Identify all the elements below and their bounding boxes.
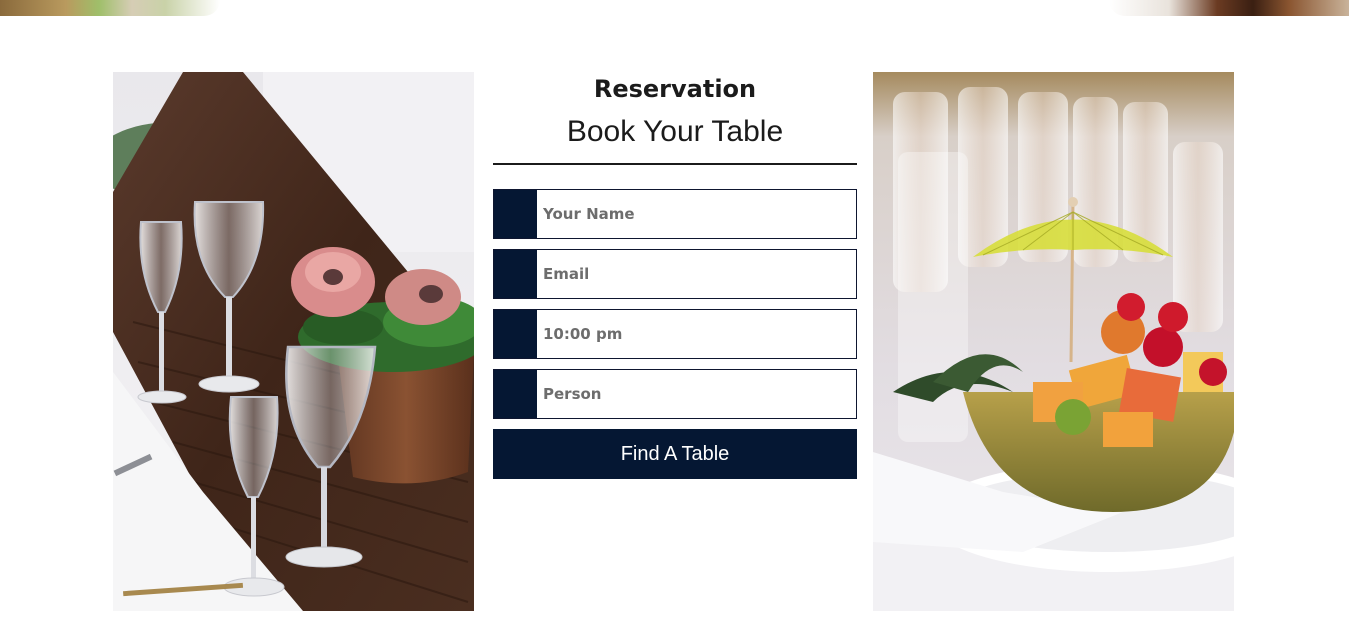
- decor-image-left: [0, 0, 220, 16]
- find-table-button[interactable]: Find A Table: [493, 429, 857, 479]
- previous-section-image-strip: [0, 0, 1349, 16]
- time-input[interactable]: [537, 310, 856, 358]
- reservation-section: Reservation Book Your Table Find A Table: [0, 0, 1349, 625]
- section-kicker: Reservation: [593, 75, 757, 103]
- person-input[interactable]: [537, 370, 856, 418]
- page-title: Book Your Table: [566, 115, 784, 148]
- table-setting-photo: [113, 72, 474, 611]
- clock-icon: [494, 310, 537, 358]
- time-field-group: [493, 309, 857, 359]
- fruit-dessert-illustration: [873, 72, 1234, 611]
- user-icon: [494, 190, 537, 238]
- name-field-group: [493, 189, 857, 239]
- person-field-group: [493, 369, 857, 419]
- reservation-form: Reservation Book Your Table Find A Table: [493, 72, 857, 479]
- title-divider: [493, 163, 857, 165]
- form-fields: Find A Table: [493, 189, 857, 479]
- decor-image-right: [1109, 0, 1349, 16]
- table-setting-illustration: [113, 72, 474, 611]
- email-field-group: [493, 249, 857, 299]
- fruit-dessert-photo: [873, 72, 1234, 611]
- email-icon: [494, 250, 537, 298]
- people-icon: [494, 370, 537, 418]
- name-input[interactable]: [537, 190, 856, 238]
- email-input[interactable]: [537, 250, 856, 298]
